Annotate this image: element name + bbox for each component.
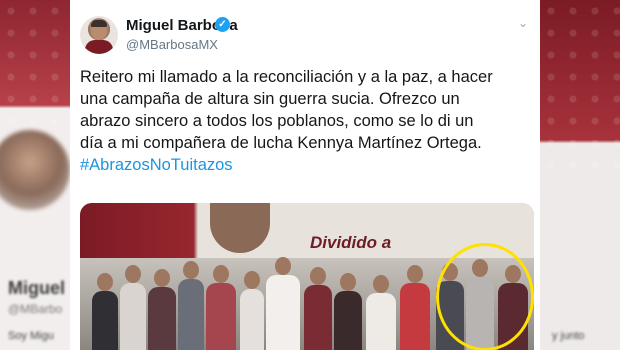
tweet-photo[interactable]: Dividido a [80, 203, 534, 350]
background-pattern [540, 0, 620, 170]
person-figure [120, 265, 146, 350]
verified-badge-icon: ✓ [215, 17, 230, 32]
tweet-card: Miguel Barbosa ✓ @MBarbosaMX ⌄ Reitero m… [70, 0, 540, 350]
banner-text: Dividido a [310, 233, 392, 252]
author-handle[interactable]: @MBarbosaMX [126, 37, 218, 52]
avatar[interactable] [80, 16, 118, 54]
person-figure [266, 257, 300, 350]
avatar-hair [91, 20, 107, 27]
person-figure [366, 275, 396, 350]
blurred-text: y junto [552, 330, 585, 342]
tweet-line: abrazo sincero a todos los poblanos, com… [80, 112, 474, 130]
tweet-line: Reitero mi llamado a la reconciliación y… [80, 68, 493, 86]
avatar-shirt [85, 40, 113, 54]
person-figure [240, 271, 264, 350]
blurred-background-right: y junto [540, 0, 620, 350]
person-figure [206, 265, 236, 350]
person-figure [92, 273, 118, 350]
tweet-line: una campaña de altura sin guerra sucia. … [80, 90, 460, 108]
person-figure [304, 267, 332, 350]
person-figure [400, 265, 430, 350]
blurred-avatar [0, 130, 70, 210]
blurred-text: Soy Migu [8, 330, 54, 342]
blurred-background-left: Miguel @MBarbo Soy Migu [0, 0, 70, 350]
highlight-circle [436, 243, 534, 350]
blurred-handle: @MBarbo [8, 302, 63, 316]
tweet-line: día a mi compañera de lucha Kennya Martí… [80, 134, 482, 152]
tweet-text: Reitero mi llamado a la reconciliación y… [80, 66, 532, 176]
blurred-name: Miguel [8, 278, 65, 298]
chevron-down-icon[interactable]: ⌄ [518, 16, 528, 30]
hashtag-link[interactable]: #AbrazosNoTuitazos [80, 154, 532, 176]
person-figure [178, 261, 204, 350]
person-figure [334, 273, 362, 350]
person-figure [148, 269, 176, 350]
